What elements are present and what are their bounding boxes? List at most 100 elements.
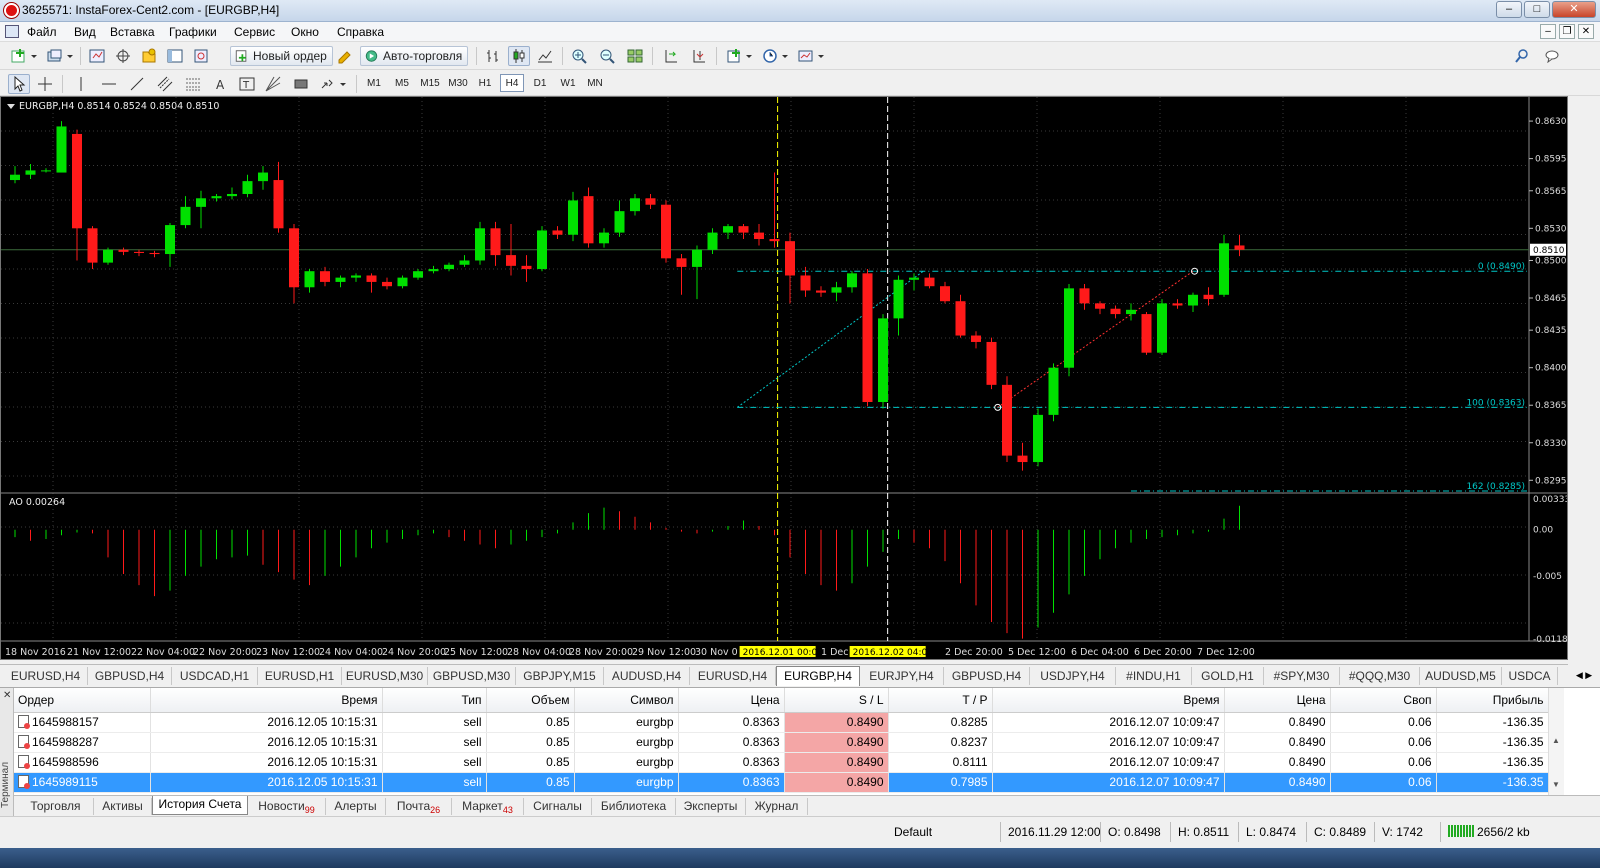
timeframe-h1[interactable]: H1 <box>473 74 497 92</box>
terminal-tab[interactable]: Библиотека <box>592 798 676 815</box>
navigator-button[interactable] <box>138 46 160 66</box>
new-order-button[interactable]: Новый ордер <box>230 46 333 66</box>
text-label-tool[interactable]: T <box>236 74 258 94</box>
fibonacci-tool[interactable] <box>182 74 204 94</box>
chart-tab[interactable]: GBPUSD,H4 <box>944 667 1030 685</box>
mdi-minimize-button[interactable]: – <box>1540 24 1556 39</box>
column-header[interactable]: Время <box>992 688 1225 713</box>
chart-tab[interactable]: USDCA <box>1502 667 1558 685</box>
zoom-in-button[interactable] <box>568 46 590 66</box>
status-profile[interactable]: Default <box>894 825 932 839</box>
document-icon[interactable] <box>5 25 19 38</box>
timeframe-mn[interactable]: MN <box>583 74 607 92</box>
maximize-button[interactable]: □ <box>1524 1 1550 18</box>
scroll-up-icon[interactable]: ▲ <box>1552 736 1560 745</box>
chart-shift-button[interactable] <box>688 46 710 66</box>
menu-view[interactable]: Вид <box>74 25 96 39</box>
terminal-scrollbar[interactable]: ▲ ▼ <box>1548 688 1564 796</box>
bar-chart-button[interactable] <box>482 46 504 66</box>
chart-tab[interactable]: GOLD,H1 <box>1192 667 1264 685</box>
data-window-button[interactable] <box>112 46 134 66</box>
terminal-tab[interactable]: Активы <box>94 798 152 815</box>
column-header[interactable]: S / L <box>784 688 889 713</box>
column-header[interactable]: Цена <box>1224 688 1331 713</box>
column-header[interactable]: Цена <box>678 688 785 713</box>
timeframe-m30[interactable]: M30 <box>446 74 470 92</box>
chat-button[interactable] <box>1542 46 1562 66</box>
trendline-tool[interactable] <box>126 74 148 94</box>
chart-tab[interactable]: AUDUSD,M5 <box>1420 667 1502 685</box>
chart-tab[interactable]: USDJPY,H4 <box>1030 667 1116 685</box>
chart-tab[interactable]: EURGBP,H4 <box>776 666 860 686</box>
menu-charts[interactable]: Графики <box>169 25 217 39</box>
metaeditor-button[interactable] <box>334 46 356 66</box>
timeframe-m1[interactable]: M1 <box>362 74 386 92</box>
chart-tab[interactable]: EURUSD,H4 <box>690 667 776 685</box>
column-header[interactable]: T / P <box>888 688 993 713</box>
status-traffic[interactable]: 2656/2 kb <box>1448 825 1530 839</box>
profiles-button[interactable] <box>44 46 76 66</box>
chart-tab[interactable]: #SPY,M30 <box>1264 667 1340 685</box>
menu-tools[interactable]: Сервис <box>234 25 275 39</box>
chart-tab[interactable]: AUDUSD,H4 <box>604 667 690 685</box>
chart-tab[interactable]: GBPUSD,M30 <box>428 667 516 685</box>
column-header[interactable]: Своп <box>1330 688 1437 713</box>
table-row[interactable]: 1645988157 2016.12.05 10:15:31 sell 0.85 eur… <box>14 712 1549 733</box>
new-chart-button[interactable] <box>8 46 40 66</box>
timeframe-m5[interactable]: M5 <box>390 74 414 92</box>
chart-tab[interactable]: USDCAD,H1 <box>172 667 258 685</box>
search-button[interactable] <box>1512 46 1532 66</box>
table-row[interactable]: 1645988596 2016.12.05 10:15:31 sell 0.85 eur… <box>14 752 1549 773</box>
timeframe-w1[interactable]: W1 <box>556 74 580 92</box>
timeframe-h4[interactable]: H4 <box>500 74 524 92</box>
column-header[interactable]: Тип <box>382 688 487 713</box>
chart-tabs-scroll[interactable]: ◀ ▶ <box>1568 664 1600 686</box>
crosshair-tool[interactable] <box>34 74 56 94</box>
periods-button[interactable] <box>760 46 792 66</box>
chart-tab[interactable]: EURUSD,H1 <box>258 667 342 685</box>
candlestick-chart-button[interactable] <box>508 46 530 66</box>
minimize-button[interactable]: – <box>1496 1 1522 18</box>
market-watch-button[interactable] <box>86 46 108 66</box>
mdi-restore-button[interactable]: ❐ <box>1559 24 1575 39</box>
time-axis[interactable]: 18 Nov 2016 21 Nov 12:00 22 Nov 04:0022 No… <box>5 646 1255 658</box>
terminal-tab[interactable]: Почта26 <box>386 798 452 815</box>
timeframe-d1[interactable]: D1 <box>528 74 552 92</box>
auto-scroll-button[interactable] <box>660 46 682 66</box>
terminal-tab[interactable]: Торговля <box>18 798 94 815</box>
channel-tool[interactable] <box>154 74 176 94</box>
autotrading-button[interactable]: Авто-торговля <box>360 46 469 66</box>
chart-tab[interactable]: GBPUSD,H4 <box>88 667 172 685</box>
terminal-tab[interactable]: История Счета <box>152 796 248 815</box>
column-header[interactable]: Ордер <box>14 688 151 713</box>
menu-help[interactable]: Справка <box>337 25 384 39</box>
terminal-tab[interactable]: Алерты <box>326 798 386 815</box>
price-axis[interactable]: 0.8630 0.8595 0.8565 0.8530 0.8500 0.8465 0.84… <box>1529 117 1567 645</box>
indicators-button[interactable] <box>724 46 756 66</box>
chart-tab[interactable]: EURUSD,M30 <box>342 667 428 685</box>
terminal-tab[interactable]: Маркет43 <box>452 798 524 815</box>
chart-tab[interactable]: EURJPY,H4 <box>860 667 944 685</box>
terminal-tab[interactable]: Новости99 <box>248 798 326 815</box>
terminal-tab[interactable]: Эксперты <box>676 798 746 815</box>
column-header[interactable]: Время <box>150 688 383 713</box>
rectangle-tool[interactable] <box>290 74 312 94</box>
strategy-tester-button[interactable] <box>190 46 212 66</box>
cursor-tool[interactable] <box>8 74 30 94</box>
vertical-line-tool[interactable] <box>70 74 92 94</box>
price-chart[interactable]: 0.8630 0.8595 0.8565 0.8530 0.8500 0.8465 0.84… <box>1 97 1567 659</box>
scroll-down-icon[interactable]: ▼ <box>1552 780 1560 789</box>
menu-insert[interactable]: Вставка <box>110 25 155 39</box>
chart-menu-triangle-icon[interactable] <box>7 104 15 109</box>
chart-tab[interactable]: GBPJPY,M15 <box>516 667 604 685</box>
chart-tab[interactable]: #INDU,H1 <box>1116 667 1192 685</box>
chart-tab[interactable]: #QQQ,M30 <box>1340 667 1420 685</box>
fibonacci-retracement[interactable] <box>737 270 1527 492</box>
menu-file[interactable]: Файл <box>27 25 57 39</box>
timeframe-m15[interactable]: M15 <box>418 74 442 92</box>
mdi-close-button[interactable]: ✕ <box>1578 24 1594 39</box>
chart-tab[interactable]: EURUSD,H4 <box>4 667 88 685</box>
terminal-close-icon[interactable]: ✕ <box>3 690 11 701</box>
column-header[interactable]: Объем <box>486 688 575 713</box>
terminal-button[interactable] <box>164 46 186 66</box>
